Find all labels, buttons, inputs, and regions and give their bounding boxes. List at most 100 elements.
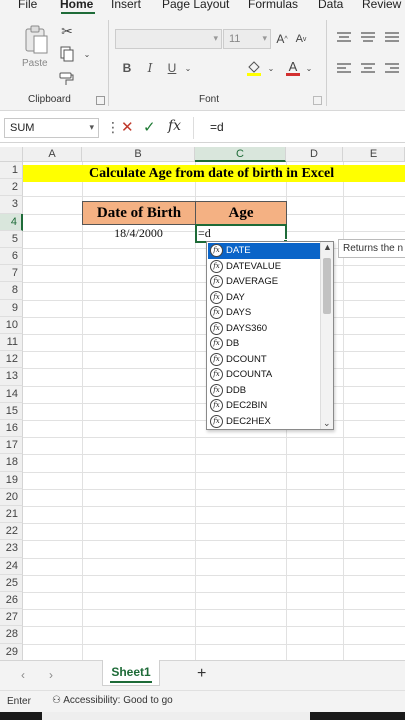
chevron-left-icon[interactable]: ‹ bbox=[21, 668, 25, 682]
row-header-7[interactable]: 7 bbox=[0, 265, 23, 283]
autocomplete-item-ddb[interactable]: fx DDB bbox=[208, 383, 321, 399]
autocomplete-item-days360[interactable]: fx DAYS360 bbox=[208, 321, 321, 337]
enter-check-icon[interactable]: ✓ bbox=[143, 118, 156, 136]
font-name-combo[interactable]: ▾ bbox=[115, 29, 222, 49]
cell-b4-dob[interactable]: 18/4/2000 bbox=[82, 225, 195, 242]
row-header-20[interactable]: 20 bbox=[0, 488, 23, 506]
column-header-e[interactable]: E bbox=[343, 147, 405, 162]
font-color-dropdown-chevron-icon[interactable]: ⌄ bbox=[304, 60, 314, 76]
increase-font-icon[interactable]: A ^ bbox=[274, 30, 290, 48]
paste-label[interactable]: Paste bbox=[22, 58, 48, 69]
autocomplete-item-dec2bin[interactable]: fx DEC2BIN bbox=[208, 398, 321, 414]
autocomplete-item-datevalue[interactable]: fx DATEVALUE bbox=[208, 259, 321, 275]
decrease-font-icon[interactable]: Av bbox=[293, 30, 309, 48]
cut-icon[interactable]: ✂ bbox=[58, 22, 76, 40]
align-bottom-icon[interactable] bbox=[383, 30, 401, 44]
autocomplete-item-days[interactable]: fx DAYS bbox=[208, 305, 321, 321]
font-launcher-icon[interactable] bbox=[313, 96, 322, 105]
clipboard-launcher-icon[interactable] bbox=[96, 96, 105, 105]
row-header-10[interactable]: 10 bbox=[0, 316, 23, 334]
column-header-d[interactable]: D bbox=[286, 147, 343, 162]
row-header-4[interactable]: 4 bbox=[0, 213, 23, 231]
tab-insert[interactable]: Insert bbox=[111, 0, 141, 11]
tab-file[interactable]: File bbox=[18, 0, 37, 11]
paste-icon[interactable] bbox=[22, 24, 50, 56]
align-center-icon[interactable] bbox=[359, 61, 377, 75]
row-header-12[interactable]: 12 bbox=[0, 351, 23, 369]
autocomplete-item-db[interactable]: fx DB bbox=[208, 336, 321, 352]
italic-button[interactable]: I bbox=[143, 59, 157, 77]
font-size-combo[interactable]: 11 ▾ bbox=[223, 29, 271, 49]
select-all-corner[interactable] bbox=[0, 147, 23, 162]
row-header-27[interactable]: 27 bbox=[0, 609, 23, 627]
row-header-8[interactable]: 8 bbox=[0, 282, 23, 300]
align-left-icon[interactable] bbox=[335, 61, 353, 75]
column-header-a[interactable]: A bbox=[23, 147, 82, 162]
accessibility-status[interactable]: ⚇ Accessibility: Good to go bbox=[52, 695, 173, 706]
fill-dropdown-chevron-icon[interactable]: ⌄ bbox=[266, 60, 276, 76]
autocomplete-item-dec2hex[interactable]: fx DEC2HEX bbox=[208, 414, 321, 430]
tab-formulas[interactable]: Formulas bbox=[248, 0, 298, 11]
chevron-right-icon[interactable]: › bbox=[49, 668, 53, 682]
row-header-18[interactable]: 18 bbox=[0, 454, 23, 472]
column-header-b[interactable]: B bbox=[82, 147, 195, 162]
bold-button[interactable]: B bbox=[120, 59, 134, 77]
column-header-c[interactable]: C bbox=[195, 147, 286, 162]
autocomplete-item-daverage[interactable]: fx DAVERAGE bbox=[208, 274, 321, 290]
row-header-25[interactable]: 25 bbox=[0, 574, 23, 592]
autocomplete-item-dcounta[interactable]: fx DCOUNTA bbox=[208, 367, 321, 383]
row-header-2[interactable]: 2 bbox=[0, 179, 23, 197]
header-date-of-birth[interactable]: Date of Birth bbox=[82, 201, 196, 225]
worksheet-grid[interactable]: A B C D E 1 2 3 4 5 6 7 8 9 10 11 12 13 14 15 16 17 18 19 2… bbox=[0, 147, 405, 660]
more-options-icon[interactable]: ⋮ bbox=[106, 119, 120, 136]
autocomplete-item-dcount[interactable]: fx DCOUNT bbox=[208, 352, 321, 368]
row-header-26[interactable]: 26 bbox=[0, 592, 23, 610]
header-age[interactable]: Age bbox=[195, 201, 287, 225]
cancel-icon[interactable]: ✕ bbox=[121, 118, 134, 136]
row-header-13[interactable]: 13 bbox=[0, 368, 23, 386]
row-header-16[interactable]: 16 bbox=[0, 420, 23, 438]
row-header-6[interactable]: 6 bbox=[0, 248, 23, 266]
sheet-title[interactable]: Calculate Age from date of birth in Exce… bbox=[89, 165, 334, 182]
tab-page-layout[interactable]: Page Layout bbox=[162, 0, 229, 11]
fill-color-icon[interactable] bbox=[245, 59, 263, 77]
align-right-icon[interactable] bbox=[383, 61, 401, 75]
align-top-icon[interactable] bbox=[335, 30, 353, 44]
row-header-17[interactable]: 17 bbox=[0, 437, 23, 455]
row-header-14[interactable]: 14 bbox=[0, 385, 23, 403]
name-box[interactable]: SUM ▾ bbox=[4, 118, 99, 138]
underline-dropdown-chevron-icon[interactable]: ⌄ bbox=[183, 60, 193, 76]
row-header-23[interactable]: 23 bbox=[0, 540, 23, 558]
chevron-down-icon[interactable]: ⌄ bbox=[323, 418, 331, 429]
function-autocomplete-list[interactable]: fx DEC2HEX fx DEC2BIN fx DDB fx DCOUNTA fx DCOUNT… bbox=[206, 241, 334, 430]
row-header-19[interactable]: 19 bbox=[0, 471, 23, 489]
underline-button[interactable]: U bbox=[165, 59, 179, 77]
autocomplete-item-day[interactable]: fx DAY bbox=[208, 290, 321, 306]
autocomplete-item-date[interactable]: fx DATE bbox=[208, 243, 321, 259]
format-painter-icon[interactable] bbox=[58, 70, 76, 88]
copy-icon[interactable] bbox=[58, 45, 76, 63]
add-sheet-button[interactable]: + bbox=[197, 665, 206, 683]
row-header-5[interactable]: 5 bbox=[0, 230, 23, 248]
row-header-28[interactable]: 28 bbox=[0, 626, 23, 644]
row-header-15[interactable]: 15 bbox=[0, 402, 23, 420]
row-header-22[interactable]: 22 bbox=[0, 523, 23, 541]
row-header-1[interactable]: 1 bbox=[0, 162, 23, 180]
row-header-29[interactable]: 29 bbox=[0, 643, 23, 660]
autocomplete-scrollbar[interactable]: ▲ ⌄ bbox=[320, 242, 333, 429]
tab-home[interactable]: Home bbox=[60, 0, 93, 11]
row-header-24[interactable]: 24 bbox=[0, 557, 23, 575]
tab-review[interactable]: Review bbox=[362, 0, 401, 11]
scrollbar-thumb[interactable] bbox=[323, 258, 331, 314]
insert-function-icon[interactable]: fx bbox=[168, 118, 181, 134]
copy-dropdown-chevron-icon[interactable]: ⌄ bbox=[82, 48, 92, 60]
align-middle-icon[interactable] bbox=[359, 30, 377, 44]
chevron-up-icon[interactable]: ▲ bbox=[323, 242, 332, 252]
row-header-21[interactable]: 21 bbox=[0, 506, 23, 524]
font-color-icon[interactable]: A bbox=[284, 58, 302, 78]
formula-input[interactable]: =d bbox=[210, 120, 224, 134]
row-header-9[interactable]: 9 bbox=[0, 299, 23, 317]
tab-data[interactable]: Data bbox=[318, 0, 343, 11]
row-header-11[interactable]: 11 bbox=[0, 334, 23, 352]
row-header-3[interactable]: 3 bbox=[0, 196, 23, 214]
